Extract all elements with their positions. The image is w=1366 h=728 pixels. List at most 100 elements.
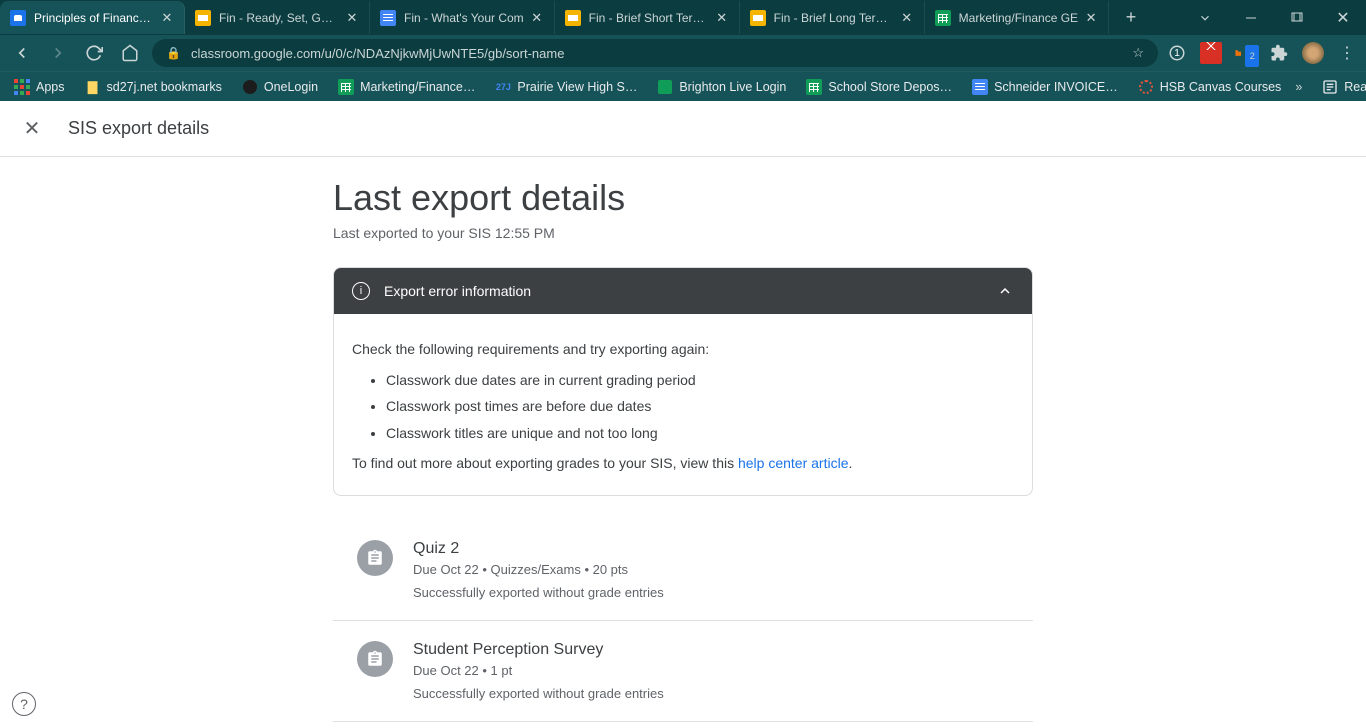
page-content: ✕ SIS export details Last export details…: [0, 101, 1366, 728]
tab-title: Marketing/Finance GE: [959, 11, 1078, 25]
bookmark-label: OneLogin: [264, 80, 318, 94]
error-body: Check the following requirements and try…: [334, 314, 1032, 495]
page-title: SIS export details: [68, 118, 209, 139]
slides-icon: [195, 10, 211, 26]
window-controls: ✕: [1182, 0, 1366, 35]
bookmark[interactable]: Schneider INVOICE…: [966, 75, 1124, 99]
url-text: classroom.google.com/u/0/c/NDAzNjkwMjUwN…: [191, 46, 1122, 61]
site-icon: 27J: [495, 79, 511, 95]
maximize-button[interactable]: [1274, 0, 1320, 35]
canvas-icon: [1138, 79, 1154, 95]
bookmark-label: Marketing/Finance…: [360, 80, 475, 94]
reading-list-label: Reading list: [1344, 80, 1366, 94]
page-topbar: ✕ SIS export details: [0, 101, 1366, 157]
error-title: Export error information: [384, 283, 531, 299]
extension-icon[interactable]: 1: [1166, 42, 1188, 64]
bookmark-label: sd27j.net bookmarks: [107, 80, 222, 94]
forward-button[interactable]: [44, 39, 72, 67]
star-icon[interactable]: ☆: [1132, 45, 1144, 61]
export-item[interactable]: Quiz 2 Due Oct 22 • Quizzes/Exams • 20 p…: [333, 520, 1033, 620]
bookmark[interactable]: OneLogin: [236, 75, 324, 99]
close-panel-button[interactable]: ✕: [20, 116, 44, 141]
chevron-down-icon[interactable]: [1182, 0, 1228, 35]
error-panel: i Export error information Check the fol…: [333, 267, 1033, 496]
help-link[interactable]: help center article: [738, 455, 849, 471]
export-item[interactable]: HW - Accounting Equation Quiz Due Oct 20…: [333, 721, 1033, 728]
url-bar[interactable]: 🔒 classroom.google.com/u/0/c/NDAzNjkwMjU…: [152, 39, 1158, 67]
slides-icon: [750, 10, 766, 26]
bookmark[interactable]: School Store Depos…: [800, 75, 958, 99]
kebab-icon[interactable]: ⋮: [1336, 42, 1358, 64]
bookmark-overflow-button[interactable]: »: [1295, 80, 1302, 94]
help-button[interactable]: ?: [12, 692, 36, 716]
item-status: Successfully exported without grade entr…: [413, 585, 1009, 600]
export-item[interactable]: Student Perception Survey Due Oct 22 • 1…: [333, 620, 1033, 721]
extension-icon[interactable]: 2: [1234, 42, 1256, 64]
close-icon[interactable]: ✕: [160, 11, 174, 25]
close-icon[interactable]: ✕: [900, 11, 914, 25]
bookmark[interactable]: 27J Prairie View High S…: [489, 75, 643, 99]
bookmark-label: Brighton Live Login: [679, 80, 786, 94]
chevron-up-icon: [996, 282, 1014, 300]
bookmark[interactable]: HSB Canvas Courses: [1132, 75, 1288, 99]
tab-active[interactable]: Principles of Finance 2 ✕: [0, 1, 185, 34]
address-bar: 🔒 classroom.google.com/u/0/c/NDAzNjkwMjU…: [0, 35, 1366, 71]
toolbar-right: 1 2 ⋮: [1166, 42, 1358, 64]
bookmark-label: Prairie View High S…: [517, 80, 637, 94]
sheets-icon: [806, 79, 822, 95]
lock-icon: 🔒: [166, 46, 181, 60]
item-status: Successfully exported without grade entr…: [413, 686, 1009, 701]
minimize-button[interactable]: [1228, 0, 1274, 35]
gmail-icon[interactable]: [1200, 42, 1222, 64]
avatar[interactable]: [1302, 42, 1324, 64]
apps-button[interactable]: Apps: [8, 75, 71, 99]
tab[interactable]: Fin - What's Your Com ✕: [370, 1, 555, 34]
item-meta: Due Oct 22 • Quizzes/Exams • 20 pts: [413, 562, 1009, 577]
reading-list-button[interactable]: Reading list: [1316, 75, 1366, 99]
error-req: Classwork post times are before due date…: [386, 393, 1014, 420]
new-tab-button[interactable]: +: [1117, 4, 1145, 32]
close-icon[interactable]: ✕: [530, 11, 544, 25]
bookmark-label: HSB Canvas Courses: [1160, 80, 1282, 94]
assignment-icon: [357, 540, 393, 576]
close-icon[interactable]: ✕: [1084, 11, 1098, 25]
sheets-icon: [935, 10, 951, 26]
error-outro: To find out more about exporting grades …: [352, 450, 1014, 477]
main-heading: Last export details: [333, 177, 1033, 219]
bookmarks-bar: Apps ▇sd27j.net bookmarks OneLogin Marke…: [0, 71, 1366, 101]
tab[interactable]: Fin - Brief Short Term A ✕: [555, 1, 740, 34]
home-button[interactable]: [116, 39, 144, 67]
site-icon: [657, 79, 673, 95]
tab-title: Fin - Ready, Set, Go - C: [219, 11, 339, 25]
tab-title: Principles of Finance 2: [34, 11, 154, 25]
tab[interactable]: Marketing/Finance GE ✕: [925, 1, 1109, 34]
assignment-icon: [357, 641, 393, 677]
docs-icon: [972, 79, 988, 95]
extensions-icon[interactable]: [1268, 42, 1290, 64]
close-window-button[interactable]: ✕: [1320, 0, 1366, 35]
tab-title: Fin - Brief Long Term A: [774, 11, 894, 25]
bookmark[interactable]: Marketing/Finance…: [332, 75, 481, 99]
classroom-icon: [10, 10, 26, 26]
export-items: Quiz 2 Due Oct 22 • Quizzes/Exams • 20 p…: [333, 520, 1033, 728]
error-req: Classwork titles are unique and not too …: [386, 420, 1014, 447]
sheets-icon: [338, 79, 354, 95]
close-icon[interactable]: ✕: [715, 11, 729, 25]
reload-button[interactable]: [80, 39, 108, 67]
back-button[interactable]: [8, 39, 36, 67]
bookmark-label: Apps: [36, 80, 65, 94]
tab[interactable]: Fin - Brief Long Term A ✕: [740, 1, 925, 34]
content-scroll[interactable]: Last export details Last exported to you…: [0, 157, 1366, 728]
bookmark[interactable]: Brighton Live Login: [651, 75, 792, 99]
error-req: Classwork due dates are in current gradi…: [386, 367, 1014, 394]
error-header[interactable]: i Export error information: [334, 268, 1032, 314]
tab[interactable]: Fin - Ready, Set, Go - C ✕: [185, 1, 370, 34]
sub-heading: Last exported to your SIS 12:55 PM: [333, 225, 1033, 241]
bookmark[interactable]: ▇sd27j.net bookmarks: [79, 75, 228, 99]
tab-title: Fin - What's Your Com: [404, 11, 524, 25]
bookmark-label: Schneider INVOICE…: [994, 80, 1118, 94]
item-meta: Due Oct 22 • 1 pt: [413, 663, 1009, 678]
browser-titlebar: Principles of Finance 2 ✕ Fin - Ready, S…: [0, 0, 1366, 35]
close-icon[interactable]: ✕: [345, 11, 359, 25]
bookmark-label: School Store Depos…: [828, 80, 952, 94]
